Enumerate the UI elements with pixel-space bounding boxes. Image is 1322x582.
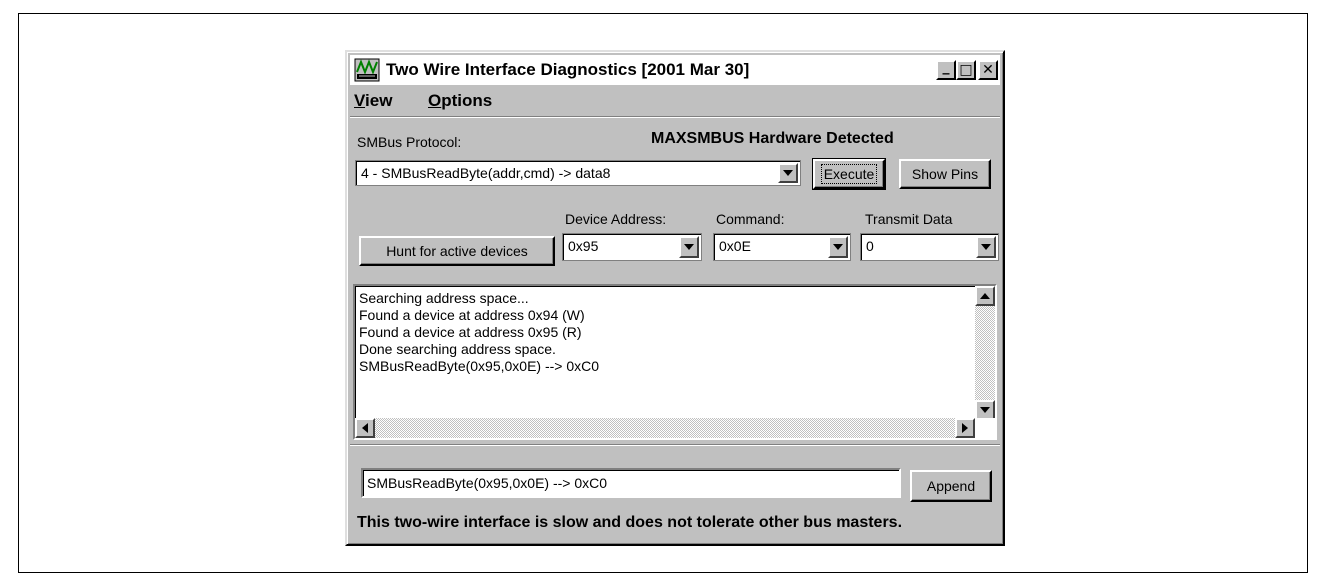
horizontal-scrollbar[interactable]: [355, 418, 975, 438]
log-line: Searching address space...: [359, 290, 529, 306]
app-icon: [354, 58, 380, 82]
protocol-dropdown-button[interactable]: [778, 163, 798, 183]
scroll-up-button[interactable]: [975, 286, 995, 306]
transmit-data-label: Transmit Data: [865, 211, 953, 227]
diagnostics-window: Two Wire Interface Diagnostics [2001 Mar…: [345, 50, 1005, 546]
arrow-left-icon: [362, 423, 368, 433]
protocol-value: 4 - SMBusReadByte(addr,cmd) -> data8: [361, 165, 611, 181]
log-output[interactable]: Searching address space... Found a devic…: [353, 284, 997, 440]
device-address-dropdown-button[interactable]: [679, 236, 699, 258]
scroll-down-button[interactable]: [975, 400, 995, 420]
title-bar[interactable]: Two Wire Interface Diagnostics [2001 Mar…: [350, 55, 1000, 85]
menu-divider: [350, 116, 1000, 118]
log-line: Found a device at address 0x95 (R): [359, 324, 582, 340]
footer-note: This two-wire interface is slow and does…: [357, 514, 903, 531]
hunt-devices-button[interactable]: Hunt for active devices: [359, 236, 555, 266]
log-lines: Searching address space... Found a devic…: [359, 290, 599, 375]
device-address-label: Device Address:: [565, 211, 667, 227]
minimize-icon: _: [942, 59, 950, 75]
window-title: Two Wire Interface Diagnostics [2001 Mar…: [386, 60, 750, 79]
arrow-right-icon: [962, 423, 968, 433]
scroll-left-button[interactable]: [355, 418, 375, 438]
maximize-icon: □: [959, 62, 973, 78]
transmit-data-select[interactable]: 0: [860, 233, 999, 261]
minimize-button[interactable]: _: [936, 60, 956, 80]
transmit-data-value: 0: [866, 238, 874, 254]
menu-options[interactable]: Options: [428, 91, 492, 111]
command-value: 0x0E: [719, 238, 751, 254]
device-address-select[interactable]: 0x95: [562, 233, 702, 261]
vertical-scrollbar[interactable]: [975, 286, 995, 420]
append-button[interactable]: Append: [910, 470, 992, 502]
close-icon: ✕: [982, 62, 994, 78]
execute-button[interactable]: Execute: [812, 158, 886, 190]
close-button[interactable]: ✕: [978, 60, 998, 80]
log-line: SMBusReadByte(0x95,0x0E) --> 0xC0: [359, 358, 600, 374]
chevron-down-icon: [684, 244, 694, 250]
append-input[interactable]: SMBusReadByte(0x95,0x0E) --> 0xC0: [361, 468, 901, 498]
scroll-right-button[interactable]: [955, 418, 975, 438]
arrow-up-icon: [980, 293, 990, 299]
transmit-data-dropdown-button[interactable]: [976, 236, 996, 258]
menu-view[interactable]: View: [354, 91, 392, 111]
maximize-button[interactable]: □: [956, 60, 976, 80]
hardware-status: MAXSMBUS Hardware Detected: [651, 130, 894, 147]
log-line: Done searching address space.: [359, 341, 556, 357]
log-line: Found a device at address 0x94 (W): [359, 307, 585, 323]
command-label: Command:: [716, 211, 785, 227]
show-pins-button[interactable]: Show Pins: [899, 159, 991, 189]
chevron-down-icon: [783, 170, 793, 176]
command-select[interactable]: 0x0E: [713, 233, 851, 261]
device-address-value: 0x95: [568, 238, 599, 254]
arrow-down-icon: [980, 407, 990, 413]
chevron-down-icon: [833, 244, 843, 250]
command-dropdown-button[interactable]: [828, 236, 848, 258]
chevron-down-icon: [981, 244, 991, 250]
scrollbar-corner: [975, 418, 995, 438]
protocol-select[interactable]: 4 - SMBusReadByte(addr,cmd) -> data8: [355, 160, 801, 186]
log-divider: [350, 444, 1000, 446]
append-input-value: SMBusReadByte(0x95,0x0E) --> 0xC0: [367, 475, 608, 491]
protocol-label: SMBus Protocol:: [357, 134, 462, 150]
